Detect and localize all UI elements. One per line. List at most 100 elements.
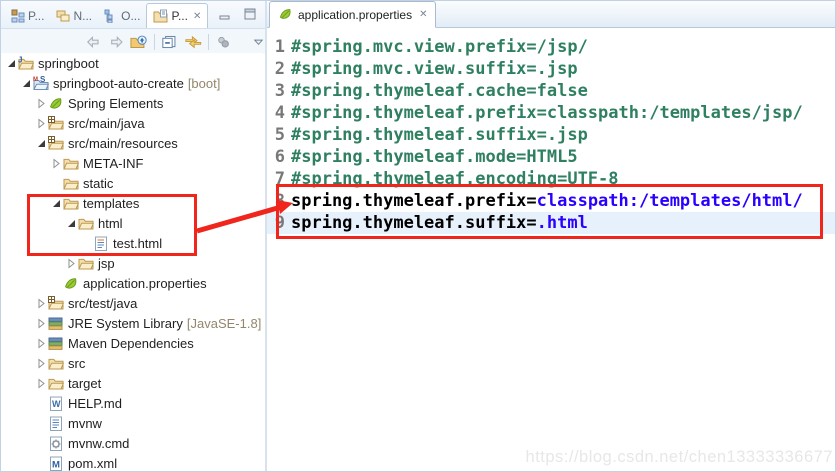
- expand-arrow-icon[interactable]: [35, 337, 47, 349]
- code-segment-comment: #spring.thymeleaf.suffix=.jsp: [291, 124, 588, 146]
- tree-item-jre-system-library[interactable]: JRE System Library[JavaSE-1.8]: [1, 313, 263, 333]
- code-segment-comment: #spring.thymeleaf.cache=false: [291, 80, 588, 102]
- tree-item-label: Spring Elements: [65, 96, 163, 111]
- code-line-6[interactable]: 6#spring.thymeleaf.mode=HTML5: [267, 146, 835, 168]
- tree-item-label: jsp: [95, 256, 115, 271]
- collapse-arrow-icon[interactable]: [5, 57, 17, 69]
- file-icon: [47, 415, 65, 431]
- tree-item-label: application.properties: [80, 276, 207, 291]
- close-icon[interactable]: ✕: [417, 9, 427, 20]
- tree-item-templates[interactable]: templates: [1, 193, 263, 213]
- code-segment-comment: #spring.mvc.view.prefix=/jsp/: [291, 36, 588, 58]
- tree-item-label: mvnw.cmd: [65, 436, 129, 451]
- tree-item-label: src/test/java: [65, 296, 137, 311]
- collapse-arrow-icon[interactable]: [50, 197, 62, 209]
- expand-arrow-icon[interactable]: [35, 377, 47, 389]
- tree-item-target[interactable]: target: [1, 373, 263, 393]
- code-line-3[interactable]: 3 #spring.thymeleaf.cache=false: [267, 80, 835, 102]
- spring-leaf-icon: [278, 7, 293, 22]
- tab-project-explorer[interactable]: P... ✕: [146, 3, 208, 28]
- tree-item-mvnw[interactable]: mvnw: [1, 413, 263, 433]
- expand-arrow-icon[interactable]: [35, 357, 47, 369]
- tab-label: P...: [171, 9, 187, 23]
- back-icon[interactable]: [85, 34, 102, 50]
- svg-text:M: M: [33, 77, 38, 83]
- tree-item-html[interactable]: html: [1, 213, 263, 233]
- tree-item-pom-xml[interactable]: Mpom.xml: [1, 453, 263, 472]
- expand-arrow-icon[interactable]: [35, 297, 47, 309]
- code-line-7[interactable]: 7 #spring.thymeleaf.encoding=UTF-8: [267, 168, 835, 190]
- tree-item-mvnw-cmd[interactable]: mvnw.cmd: [1, 433, 263, 453]
- collapse-all-icon[interactable]: [161, 34, 178, 50]
- leaf-icon: [62, 275, 80, 291]
- jfolder-icon: J: [17, 55, 35, 71]
- collapse-arrow-icon[interactable]: [35, 137, 47, 149]
- code-line-9[interactable]: 9spring.thymeleaf.suffix=.html: [267, 212, 835, 234]
- forward-icon[interactable]: [108, 34, 125, 50]
- expand-arrow-icon[interactable]: [65, 257, 77, 269]
- code-line-5[interactable]: 5#spring.thymeleaf.suffix=.jsp: [267, 124, 835, 146]
- view-menu-icon[interactable]: [215, 34, 232, 50]
- tree-item-springboot[interactable]: Jspringboot: [1, 53, 263, 73]
- expand-arrow-icon[interactable]: [50, 157, 62, 169]
- tab-navigator[interactable]: N...: [50, 4, 98, 28]
- view-tabbar: P... N... O... P... ✕: [1, 1, 265, 29]
- line-number: 8: [267, 190, 285, 212]
- msproject-icon: MS: [32, 75, 50, 91]
- line-number: 3: [267, 80, 285, 102]
- up-folder-icon[interactable]: [130, 34, 148, 50]
- expand-arrow-icon[interactable]: [35, 317, 47, 329]
- expand-arrow-icon[interactable]: [35, 117, 47, 129]
- lib-icon: [47, 335, 65, 351]
- tab-package-explorer[interactable]: P...: [5, 4, 50, 28]
- line-number: 2: [267, 58, 285, 80]
- dropdown-icon[interactable]: [252, 35, 265, 49]
- code-segment-comment: #spring.thymeleaf.encoding=UTF-8: [291, 168, 619, 190]
- editor-tab-application-properties[interactable]: application.properties ✕: [269, 1, 436, 28]
- tree-item-test-html[interactable]: test.html: [1, 233, 263, 253]
- collapse-arrow-icon[interactable]: [65, 217, 77, 229]
- tab-outline[interactable]: O...: [98, 4, 146, 28]
- code-line-2[interactable]: 2#spring.mvc.view.suffix=.jsp: [267, 58, 835, 80]
- tree-item-application-properties[interactable]: application.properties: [1, 273, 263, 293]
- tree-item-src-test-java[interactable]: src/test/java: [1, 293, 263, 313]
- folder-icon: [77, 215, 95, 231]
- line-number: 1: [267, 36, 285, 58]
- link-with-editor-icon[interactable]: [184, 34, 203, 50]
- leaf-icon: [47, 95, 65, 111]
- no-arrow: [80, 237, 92, 249]
- tree-item-maven-dependencies[interactable]: Maven Dependencies: [1, 333, 263, 353]
- view-window-buttons: [219, 8, 257, 20]
- maximize-icon[interactable]: [244, 8, 257, 20]
- tree-item-label: src: [65, 356, 85, 371]
- toolbar-separator: [154, 34, 155, 50]
- tree-item-help-md[interactable]: WHELP.md: [1, 393, 263, 413]
- tree-item-spring-elements[interactable]: Spring Elements: [1, 93, 263, 113]
- package-explorer-icon: [11, 9, 25, 23]
- code-area[interactable]: 1 #spring.mvc.view.prefix=/jsp/2#spring.m…: [267, 28, 835, 234]
- watermark: https://blog.csdn.net/chen13333336677: [526, 448, 833, 467]
- close-icon[interactable]: ✕: [191, 11, 201, 22]
- tree-item-jsp[interactable]: jsp: [1, 253, 263, 273]
- code-line-1[interactable]: 1 #spring.mvc.view.prefix=/jsp/: [267, 36, 835, 58]
- no-arrow: [35, 397, 47, 409]
- tree-item-src-main-resources[interactable]: src/main/resources: [1, 133, 263, 153]
- no-arrow: [35, 457, 47, 469]
- tree-item-src[interactable]: src: [1, 353, 263, 373]
- tree-item-label: META-INF: [80, 156, 143, 171]
- expand-arrow-icon[interactable]: [35, 97, 47, 109]
- code-line-4[interactable]: 4#spring.thymeleaf.prefix=classpath:/tem…: [267, 102, 835, 124]
- tree-item-label: pom.xml: [65, 456, 117, 471]
- tree-item-label: Maven Dependencies: [65, 336, 194, 351]
- code-line-8[interactable]: 8spring.thymeleaf.prefix=classpath:/temp…: [267, 190, 835, 212]
- tree-item-meta-inf[interactable]: META-INF: [1, 153, 263, 173]
- line-number: 7: [267, 168, 285, 190]
- svg-text:J: J: [18, 56, 22, 65]
- minimize-icon[interactable]: [219, 8, 232, 20]
- tree-item-src-main-java[interactable]: src/main/java: [1, 113, 263, 133]
- tree-item-springboot-auto-create[interactable]: MSspringboot-auto-create[boot]: [1, 73, 263, 93]
- no-arrow: [35, 437, 47, 449]
- wfile-icon: W: [47, 395, 65, 411]
- tree-item-static[interactable]: static: [1, 173, 263, 193]
- collapse-arrow-icon[interactable]: [20, 77, 32, 89]
